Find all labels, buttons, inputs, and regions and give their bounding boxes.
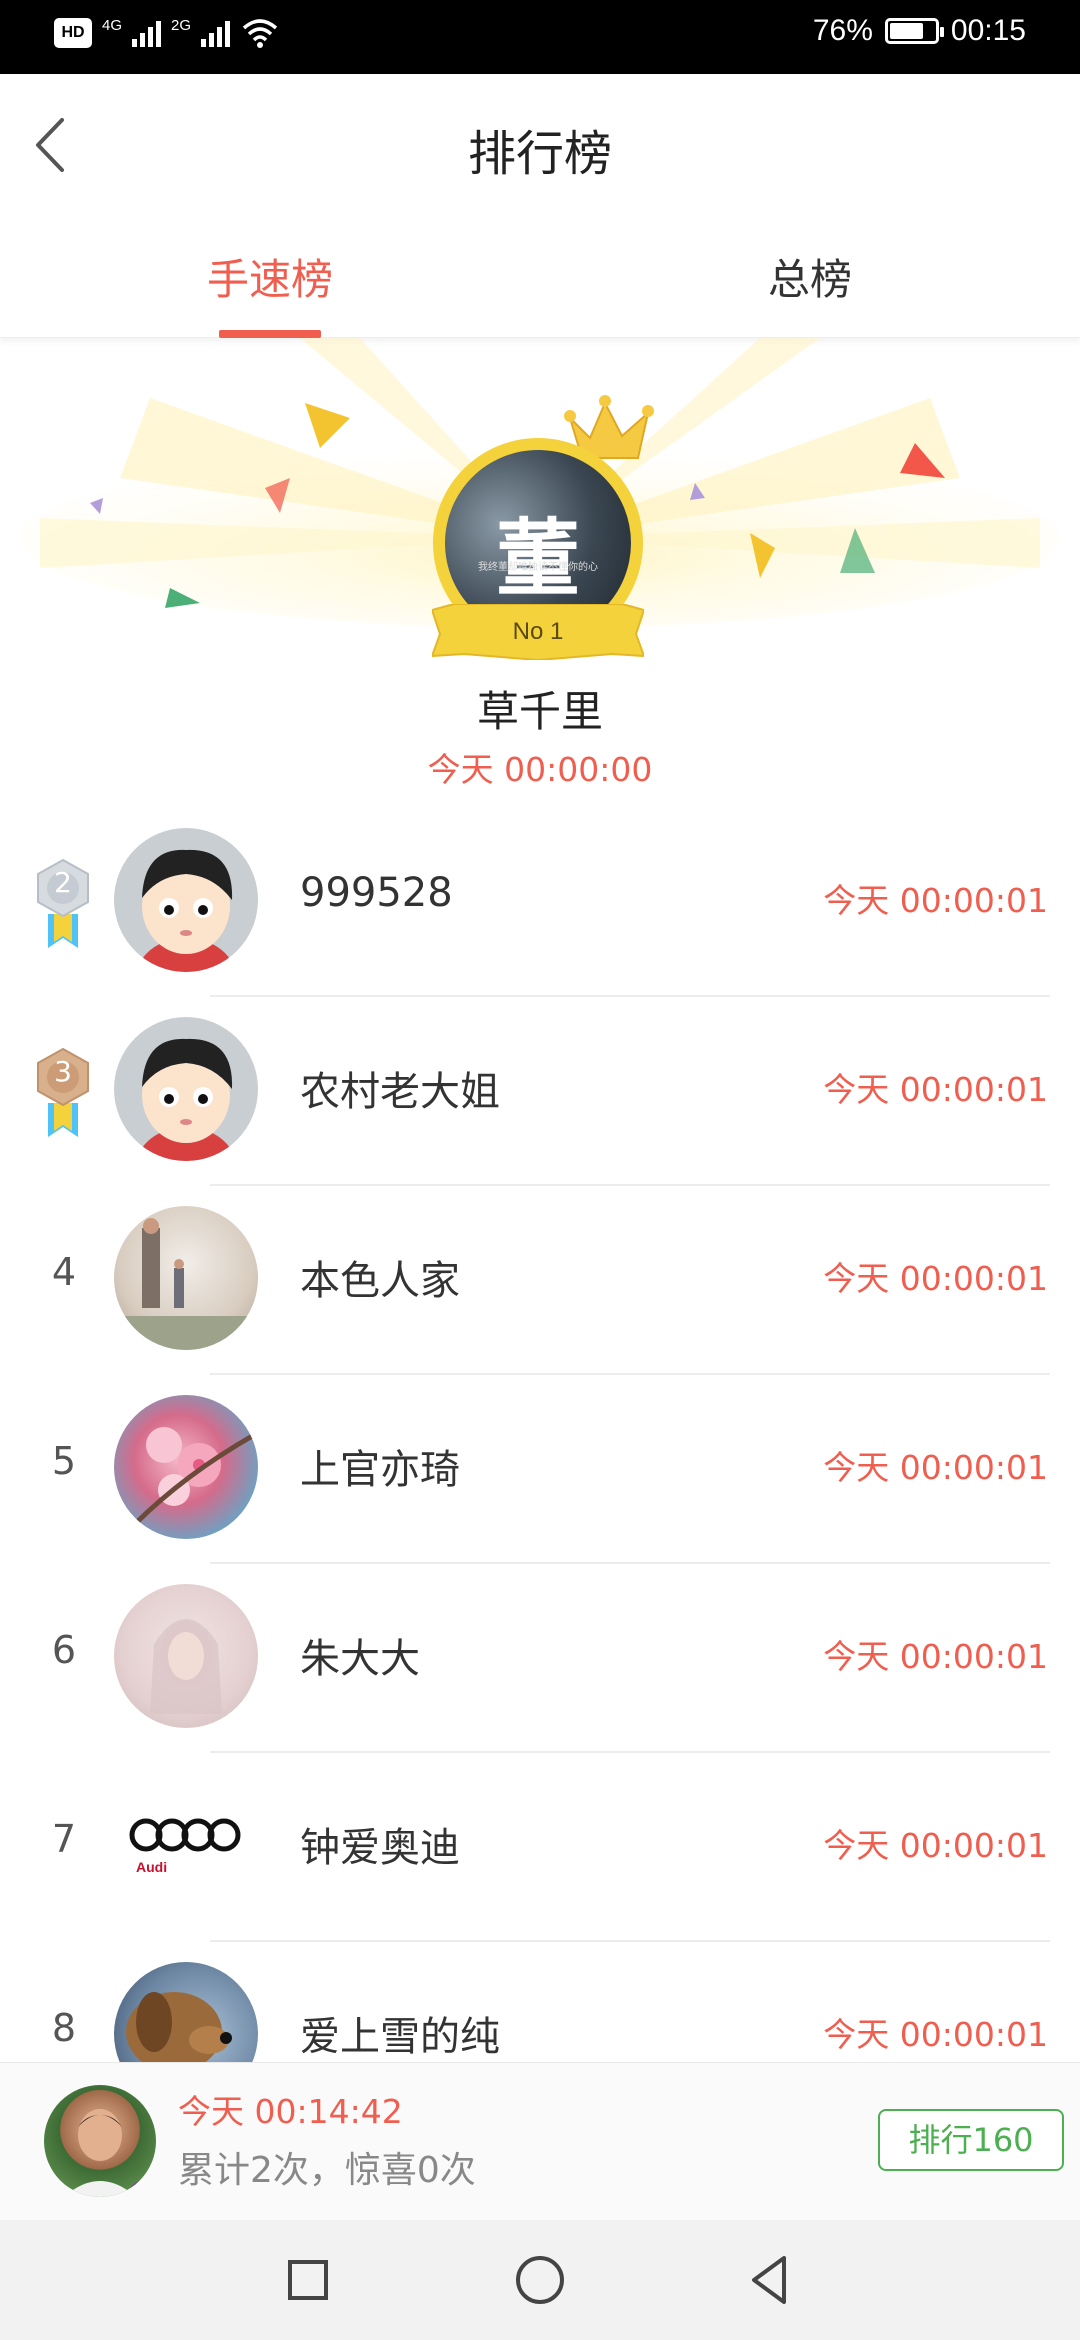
hd-icon: HD	[54, 18, 92, 48]
home-icon[interactable]	[504, 2244, 576, 2316]
player-name: 朱大大	[300, 1636, 420, 1682]
player-time: 今天 00:00:01	[823, 1259, 1048, 1298]
champion-avatar-caption: 我终董却唯独读不懂你的心	[478, 562, 598, 573]
champion-section: 董 我终董却唯独读不懂你的心 No 1 草千里 今天 00:00:00	[0, 338, 1080, 808]
network-type-1: 4G	[102, 16, 123, 34]
my-time: 今天 00:14:42	[178, 2092, 403, 2131]
tab-total-ranking[interactable]: 总榜	[710, 246, 910, 316]
player-name: 本色人家	[300, 1258, 460, 1304]
ranking-list: 2 999528 今天 00:00:01 3 农村老大姐 今天 00:00:01…	[0, 808, 1080, 2131]
list-item[interactable]: 4 本色人家 今天 00:00:01	[0, 1186, 1080, 1375]
rank-number: 8	[51, 2006, 77, 2050]
player-time: 今天 00:00:01	[823, 881, 1048, 920]
audi-logo-text: Audi	[136, 1859, 168, 1875]
champion-avatar-text: 董	[495, 510, 580, 608]
signal-icon	[132, 19, 162, 47]
status-left: HD 4G 2G	[54, 16, 280, 48]
cartoon-avatar-icon	[114, 828, 258, 972]
audi-logo-icon	[129, 1818, 241, 1852]
my-record-bar: 今天 00:14:42 累计2次，惊喜0次 排行160	[0, 2062, 1080, 2220]
player-time: 今天 00:00:01	[823, 2015, 1048, 2054]
flower-avatar-icon	[132, 1427, 256, 1527]
avatar[interactable]	[114, 1206, 258, 1350]
recent-apps-icon[interactable]	[272, 2244, 344, 2316]
rank-number: 6	[51, 1628, 77, 1672]
active-tab-indicator	[219, 330, 321, 338]
status-right: 76% 00:15	[813, 14, 1026, 48]
rank-number: 7	[51, 1817, 77, 1861]
rank-number: 3	[54, 1055, 72, 1088]
avatar[interactable]	[114, 1584, 258, 1728]
no1-ribbon: No 1	[432, 604, 644, 660]
clock: 00:15	[950, 14, 1026, 47]
cartoon-avatar-icon	[114, 1017, 258, 1161]
player-time: 今天 00:00:01	[823, 1070, 1048, 1109]
player-time: 今天 00:00:01	[823, 1826, 1048, 1865]
my-rank-button[interactable]: 排行160	[878, 2109, 1064, 2171]
wifi-icon	[242, 19, 278, 48]
avatar[interactable]	[114, 1017, 258, 1161]
status-bar: HD 4G 2G 76% 00:15	[0, 0, 1080, 74]
tab-bar: 手速榜 总榜	[0, 226, 1080, 338]
battery-icon	[884, 18, 944, 44]
champion-badge: No 1	[512, 618, 564, 645]
avatar[interactable]	[114, 1395, 258, 1539]
my-stats: 累计2次，惊喜0次	[178, 2150, 476, 2191]
list-item[interactable]: 2 999528 今天 00:00:01	[0, 808, 1080, 997]
rank-number: 2	[54, 866, 72, 899]
battery-fill	[889, 23, 924, 39]
list-item[interactable]: 7 Audi 钟爱奥迪 今天 00:00:01	[0, 1753, 1080, 1942]
list-item[interactable]: 6 朱大大 今天 00:00:01	[0, 1564, 1080, 1753]
tab-speed-ranking[interactable]: 手速榜	[170, 246, 370, 316]
user-photo-icon	[64, 2109, 156, 2197]
player-name: 999528	[300, 870, 453, 916]
player-time: 今天 00:00:01	[823, 1448, 1048, 1487]
signal-icon-2	[201, 19, 231, 47]
champion-time: 今天 00:00:00	[427, 750, 653, 789]
portrait-avatar-icon	[150, 1619, 222, 1714]
list-item[interactable]: 3 农村老大姐 今天 00:00:01	[0, 997, 1080, 1186]
player-name: 上官亦琦	[300, 1447, 460, 1493]
player-name: 农村老大姐	[300, 1069, 500, 1115]
player-name: 钟爱奥迪	[300, 1825, 460, 1871]
page-title: 排行榜	[467, 126, 612, 182]
system-nav-bar	[0, 2220, 1080, 2340]
player-name: 爱上雪的纯	[300, 2014, 500, 2060]
rank-number: 4	[51, 1250, 77, 1294]
list-item[interactable]: 5 上官亦琦 今天 00:00:01	[0, 1375, 1080, 1564]
champion-name: 草千里	[476, 687, 603, 736]
header: 排行榜	[0, 74, 1080, 226]
back-nav-icon[interactable]	[736, 2244, 808, 2316]
my-avatar[interactable]	[44, 2085, 156, 2197]
battery-percent: 76%	[812, 14, 873, 47]
player-time: 今天 00:00:01	[823, 1637, 1048, 1676]
rank-number: 5	[51, 1439, 77, 1483]
avatar[interactable]	[114, 828, 258, 972]
network-type-2: 2G	[171, 16, 192, 34]
photo-avatar-icon	[114, 1218, 258, 1350]
avatar[interactable]: Audi	[114, 1773, 258, 1917]
